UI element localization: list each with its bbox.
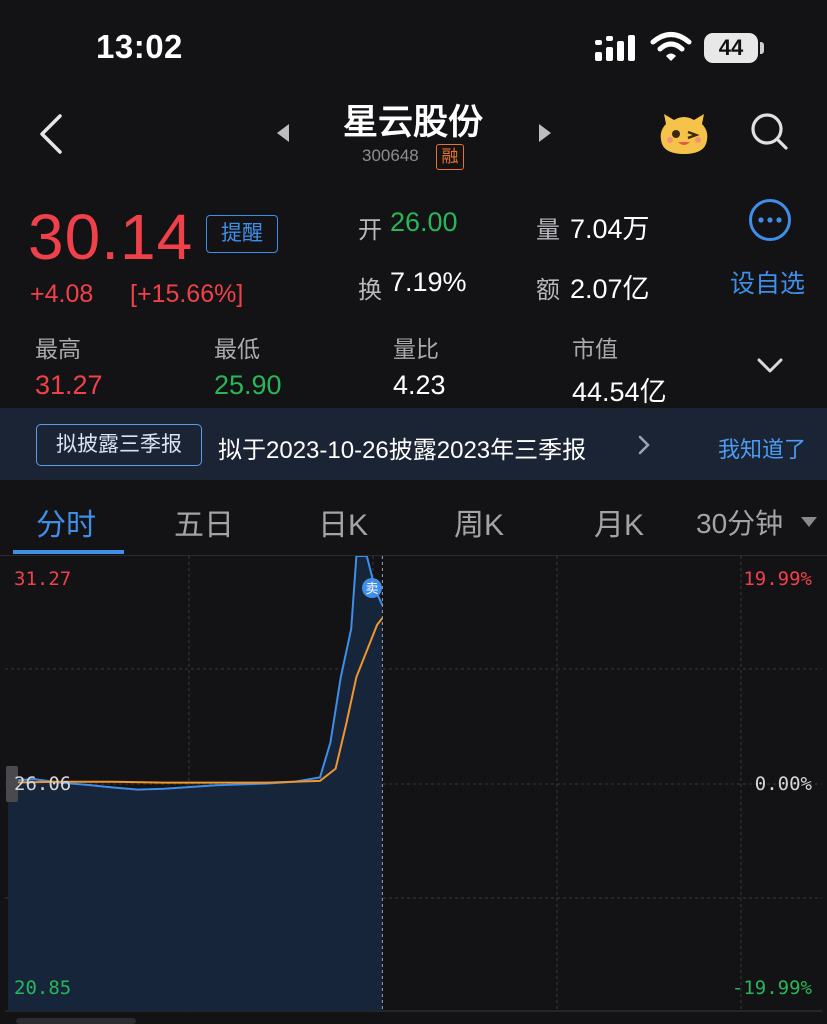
y-mid-label: 26.06 [14, 773, 71, 795]
low-label: 最低 [214, 336, 260, 362]
price-change: +4.08 [30, 280, 94, 308]
current-price: 30.14 [28, 201, 194, 273]
bottom-scroll-handle[interactable] [16, 1018, 136, 1024]
remind-button[interactable]: 提醒 [206, 215, 278, 253]
volume-label: 量 [536, 217, 560, 244]
amount-value: 2.07亿 [570, 274, 650, 304]
search-icon[interactable] [748, 110, 790, 154]
banner-tag: 拟披露三季报 [36, 424, 202, 466]
tab-monthly-k[interactable]: 月K [594, 500, 644, 544]
y-max-label: 31.27 [14, 568, 71, 590]
tab-intraday[interactable]: 分时 [36, 500, 96, 544]
sell-marker-label: 卖 [365, 581, 378, 596]
price-change-percent: [+15.66%] [130, 280, 244, 308]
volume-value: 7.04万 [570, 214, 650, 244]
banner-text[interactable]: 拟于2023-10-26披露2023年三季报 [218, 430, 586, 465]
market-cap-label: 市值 [572, 336, 618, 362]
active-tab-indicator [13, 550, 124, 554]
tab-30-minute[interactable]: 30分钟 [696, 502, 783, 542]
next-stock-icon[interactable] [536, 122, 554, 144]
tab-daily-k[interactable]: 日K [318, 500, 368, 544]
battery-level: 44 [704, 33, 758, 63]
pct-mid-label: 0.00% [755, 773, 813, 795]
cellular-signal-icon [595, 35, 635, 61]
sell-marker[interactable]: 卖 [362, 578, 382, 598]
market-cap-value: 44.54亿 [572, 377, 667, 407]
stock-name: 星云股份 [342, 103, 483, 142]
stock-code: 300648 [362, 146, 419, 165]
high-label: 最高 [35, 336, 81, 362]
chevron-right-icon[interactable] [638, 434, 650, 456]
open-label: 开 [358, 217, 382, 244]
chevron-down-icon[interactable] [756, 356, 784, 376]
more-options-icon[interactable] [748, 198, 792, 242]
wifi-icon [650, 32, 692, 61]
amount-label: 额 [536, 277, 560, 304]
battery-tip [760, 42, 764, 54]
dropdown-triangle-icon[interactable] [800, 516, 818, 528]
pct-max-label: 19.99% [743, 568, 812, 590]
turnover-value: 7.19% [390, 267, 467, 297]
previous-stock-icon[interactable] [274, 122, 292, 144]
low-value: 25.90 [214, 370, 282, 400]
tab-weekly-k[interactable]: 周K [454, 500, 504, 544]
turnover-label: 换 [358, 277, 382, 304]
open-value: 26.00 [390, 207, 458, 237]
add-to-watchlist-button[interactable]: 设自选 [730, 264, 805, 300]
price-line [7, 556, 384, 791]
dismiss-banner-button[interactable]: 我知道了 [718, 432, 806, 464]
back-arrow-icon[interactable] [36, 112, 66, 156]
intraday-chart[interactable]: 31.27 26.06 20.85 19.99% 0.00% -19.99% 卖 [0, 556, 827, 1024]
high-value: 31.27 [35, 370, 103, 400]
pct-min-label: -19.99% [732, 977, 813, 999]
margin-trading-badge: 融 [436, 144, 464, 170]
status-time: 13:02 [96, 28, 183, 65]
volume-ratio-value: 4.23 [393, 370, 446, 400]
tab-five-day[interactable]: 五日 [174, 500, 234, 544]
y-min-label: 20.85 [14, 977, 71, 999]
volume-ratio-label: 量比 [393, 336, 439, 362]
mascot-icon[interactable] [656, 108, 712, 158]
